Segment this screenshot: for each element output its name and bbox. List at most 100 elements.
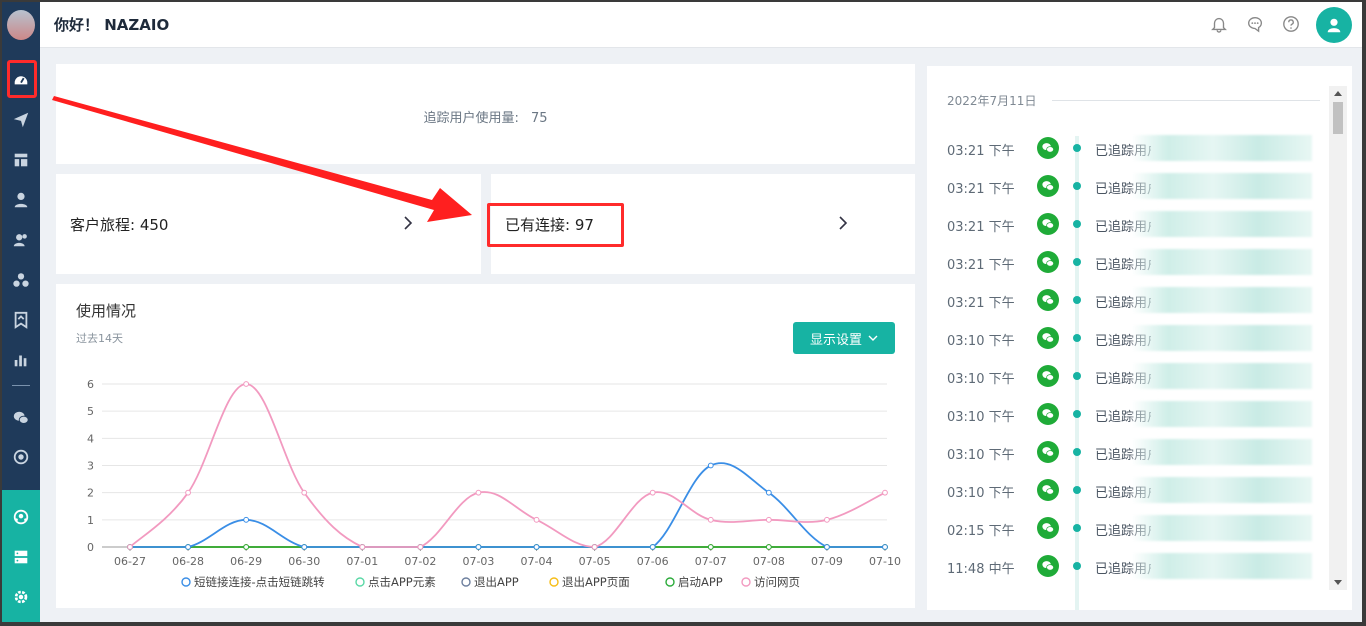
scroll-up-arrow[interactable] <box>1334 91 1342 96</box>
scroll-down-arrow[interactable] <box>1334 580 1342 585</box>
timeline-time: 03:10 下午 <box>947 486 1015 501</box>
x-tick-label: 06-28 <box>172 555 204 568</box>
scroll-thumb[interactable] <box>1333 102 1343 134</box>
legend-label: 短链接连接-点击短链跳转 <box>194 575 325 589</box>
data-point <box>707 462 714 469</box>
timeline-entry[interactable]: 03:10 下午已追踪用户 <box>927 325 1327 351</box>
redacted-content <box>1132 363 1312 389</box>
legend-label: 启动APP <box>678 575 723 589</box>
timeline-scrollbar[interactable] <box>1329 86 1347 590</box>
timeline-dot <box>1073 562 1081 570</box>
wechat-icon <box>1037 175 1059 197</box>
data-point <box>127 544 133 550</box>
dashboard-icon[interactable] <box>9 67 33 91</box>
data-point <box>765 489 772 496</box>
x-tick-label: 07-04 <box>521 555 553 568</box>
x-tick-label: 07-03 <box>462 555 494 568</box>
bar-chart-icon[interactable] <box>9 348 33 372</box>
wechat-icon <box>1037 517 1059 539</box>
timeline-entry[interactable]: 03:21 下午已追踪用户 <box>927 211 1327 237</box>
timeline-dot <box>1073 486 1081 494</box>
avatar-icon[interactable] <box>1316 7 1352 43</box>
redacted-content <box>1132 477 1312 503</box>
layout-icon[interactable] <box>9 148 33 172</box>
usage-line-chart: 0 1 2 3 4 5 6 06-27 06-28 06-29 06-30 07-01 07-02 07-… <box>87 378 901 589</box>
timeline-time: 03:21 下午 <box>947 258 1015 273</box>
wechat-icon <box>1037 327 1059 349</box>
app-window: 你好！ NAZAIO 追踪用户使用量: 75 客户旅程: 450 已有连接: 9… <box>2 2 1362 622</box>
timeline-dot <box>1073 258 1081 266</box>
timeline-time: 02:15 下午 <box>947 524 1015 539</box>
timeline-entry[interactable]: 11:48 中午已追踪用户 <box>927 553 1327 579</box>
timeline-entry[interactable]: 03:10 下午已追踪用户 <box>927 439 1327 465</box>
data-point <box>417 544 424 550</box>
activity-timeline: 2022年7月11日 03:21 下午已追踪用户03:21 下午已追踪用户03:… <box>927 66 1352 610</box>
redacted-content <box>1132 325 1312 351</box>
timeline-entry[interactable]: 03:10 下午已追踪用户 <box>927 401 1327 427</box>
data-point <box>243 381 250 387</box>
chat-icon[interactable] <box>1246 15 1264 33</box>
customer-journey-label: 客户旅程: 450 <box>70 216 169 234</box>
wechat-icon[interactable] <box>9 406 33 430</box>
timeline-time: 03:10 下午 <box>947 410 1015 425</box>
help-icon[interactable] <box>1282 15 1300 33</box>
redacted-content <box>1132 439 1312 465</box>
customer-journey-card[interactable]: 客户旅程: 450 <box>56 174 481 274</box>
wechat-icon <box>1037 441 1059 463</box>
x-tick-label: 06-29 <box>230 555 262 568</box>
usage-value: 75 <box>530 111 548 126</box>
redacted-content <box>1132 515 1312 541</box>
timeline-time: 03:21 下午 <box>947 296 1015 311</box>
segments-icon[interactable] <box>9 268 33 292</box>
data-point <box>824 516 830 523</box>
timeline-time: 11:48 中午 <box>947 562 1015 577</box>
redacted-content <box>1132 287 1312 313</box>
data-point <box>591 544 598 550</box>
send-icon[interactable] <box>9 108 33 132</box>
y-tick-label: 6 <box>87 378 94 391</box>
usage-summary: 追踪用户使用量: 75 <box>56 107 915 126</box>
redacted-content <box>1132 135 1312 161</box>
sidebar <box>2 2 40 622</box>
chevron-right-icon[interactable] <box>837 216 849 230</box>
legend-marker <box>741 577 751 587</box>
data-point <box>707 516 714 523</box>
bookmark-icon[interactable] <box>9 308 33 332</box>
timeline-entry[interactable]: 03:10 下午已追踪用户 <box>927 477 1327 503</box>
timeline-entry[interactable]: 02:15 下午已追踪用户 <box>927 515 1327 541</box>
timeline-dot <box>1073 182 1081 190</box>
sidebar-avatar[interactable] <box>7 10 35 40</box>
timeline-entry[interactable]: 03:21 下午已追踪用户 <box>927 249 1327 275</box>
wechat-icon <box>1037 403 1059 425</box>
gear-icon[interactable] <box>9 585 33 609</box>
bell-icon[interactable] <box>1210 15 1228 33</box>
x-tick-label: 07-02 <box>404 555 436 568</box>
legend-label: 访问网页 <box>754 575 800 589</box>
legend-label: 退出APP页面 <box>562 575 630 589</box>
connections-highlight-box <box>487 203 624 247</box>
data-point <box>475 544 482 550</box>
server-icon[interactable] <box>9 545 33 569</box>
timeline-time: 03:10 下午 <box>947 334 1015 349</box>
data-point <box>301 489 308 496</box>
timeline-entry[interactable]: 03:10 下午已追踪用户 <box>927 363 1327 389</box>
timeline-entry[interactable]: 03:21 下午已追踪用户 <box>927 135 1327 161</box>
timeline-entry[interactable]: 03:21 下午已追踪用户 <box>927 287 1327 313</box>
legend-marker <box>665 577 675 587</box>
timeline-date: 2022年7月11日 <box>947 94 1037 108</box>
timeline-time: 03:21 下午 <box>947 220 1015 235</box>
y-tick-label: 2 <box>87 487 94 500</box>
legend-label: 退出APP <box>474 575 519 589</box>
data-point <box>765 544 772 550</box>
chevron-right-icon[interactable] <box>402 216 414 230</box>
series-line <box>130 462 885 548</box>
user-icon[interactable] <box>9 188 33 212</box>
team-icon[interactable] <box>9 505 33 529</box>
x-tick-label: 07-05 <box>579 555 611 568</box>
timeline-dot <box>1073 372 1081 380</box>
x-tick-label: 07-06 <box>637 555 669 568</box>
circle-target-icon[interactable] <box>9 445 33 469</box>
timeline-dot <box>1073 524 1081 532</box>
timeline-entry[interactable]: 03:21 下午已追踪用户 <box>927 173 1327 199</box>
users-icon[interactable] <box>9 228 33 252</box>
